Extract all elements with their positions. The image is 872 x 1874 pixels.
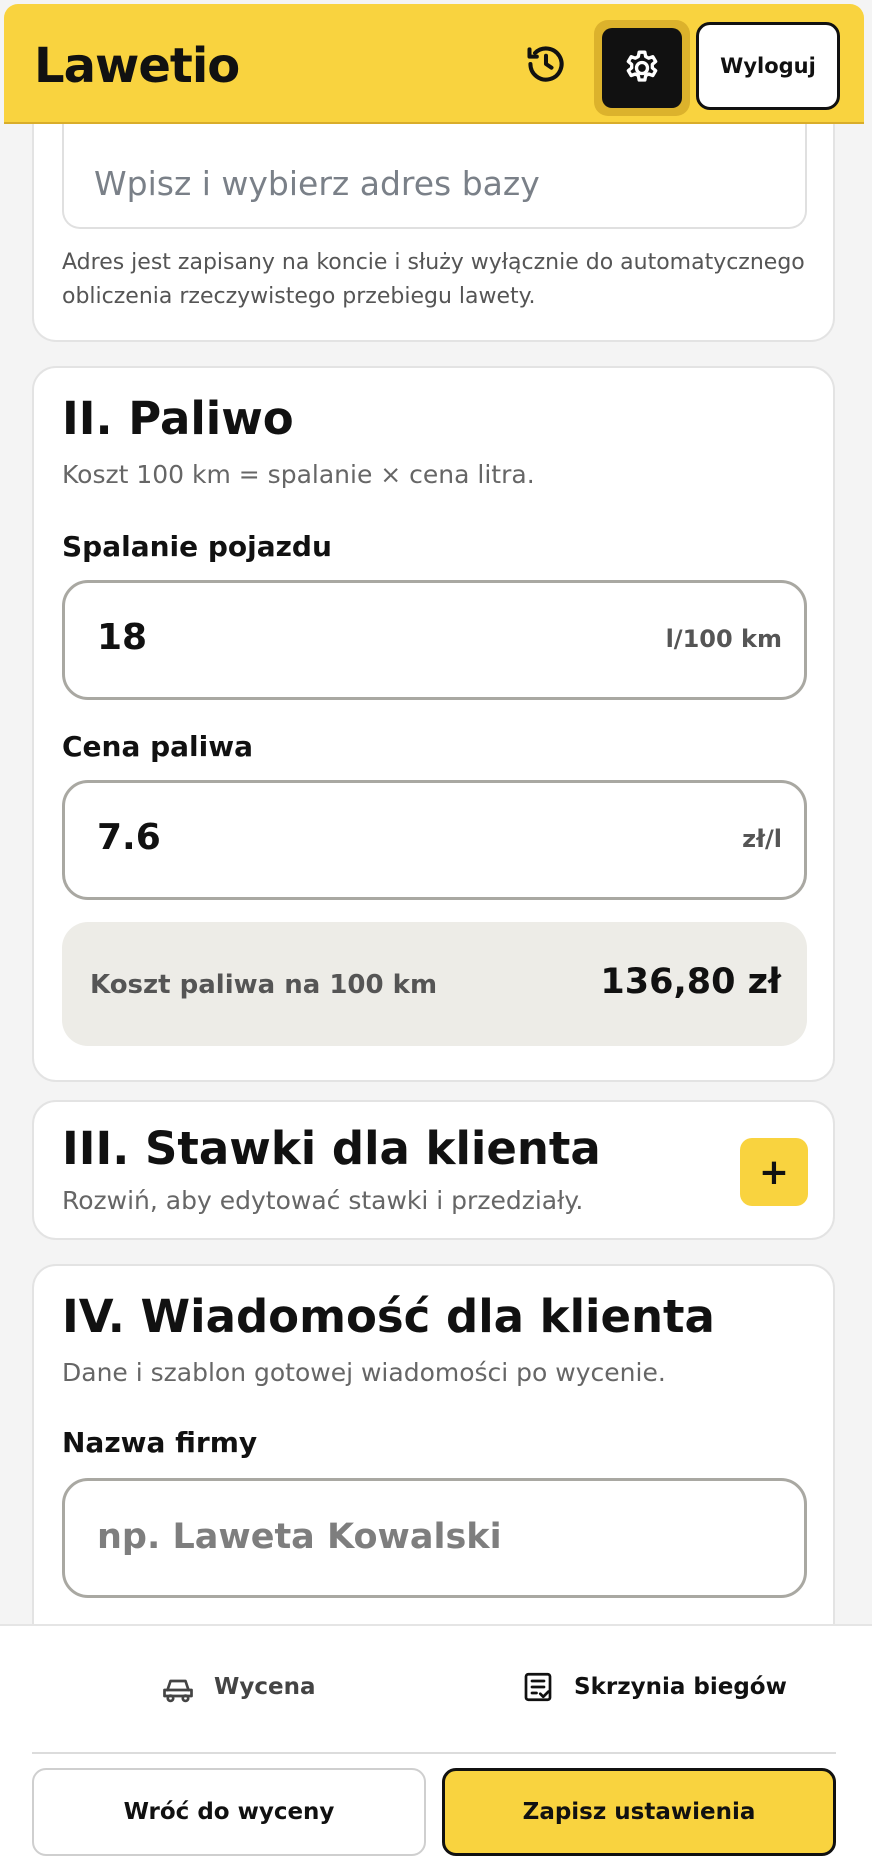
tab-gearbox[interactable]: Skrzynia biegów (520, 1662, 787, 1712)
app-logo: Lawetio (34, 38, 240, 94)
tab-quote-label: Wycena (214, 1674, 316, 1700)
document-list-icon (524, 1672, 552, 1702)
settings-button-inner (602, 28, 682, 108)
back-to-quote-button[interactable]: Wróć do wyceny (32, 1768, 426, 1856)
tab-quote[interactable]: Wycena (160, 1662, 316, 1712)
fuel-price-value: 7.6 (97, 817, 161, 858)
logout-button[interactable]: Wyloguj (696, 22, 840, 110)
fuel-cost-label: Koszt paliwa na 100 km (90, 970, 438, 1000)
consumption-unit: l/100 km (665, 625, 782, 653)
rates-subtitle: Rozwiń, aby edytować stawki i przedziały… (62, 1186, 584, 1215)
base-address-placeholder: Wpisz i wybierz adres bazy (94, 164, 540, 203)
consumption-label: Spalanie pojazdu (62, 530, 332, 563)
consumption-value: 18 (97, 617, 148, 658)
settings-button[interactable] (594, 20, 690, 116)
message-card: IV. Wiadomość dla klienta Dane i szablon… (32, 1264, 835, 1624)
fuel-price-unit: zł/l (742, 825, 782, 853)
expand-rates-button[interactable]: + (740, 1138, 808, 1206)
base-address-card: Wpisz i wybierz adres bazy Adres jest za… (32, 124, 835, 342)
bottom-divider (32, 1752, 836, 1754)
message-subtitle: Dane i szablon gotowej wiadomości po wyc… (62, 1358, 666, 1387)
tow-truck-icon (163, 1679, 193, 1703)
app-header: Lawetio Wyloguj (4, 4, 864, 124)
message-title: IV. Wiadomość dla klienta (62, 1290, 715, 1343)
fuel-card: II. Paliwo Koszt 100 km = spalanie × cen… (32, 366, 835, 1082)
fuel-subtitle: Koszt 100 km = spalanie × cena litra. (62, 460, 535, 489)
company-name-label: Nazwa firmy (62, 1426, 258, 1459)
tab-gearbox-label: Skrzynia biegów (574, 1674, 787, 1700)
base-address-hint: Adres jest zapisany na koncie i służy wy… (62, 250, 805, 309)
save-settings-button[interactable]: Zapisz ustawienia (442, 1768, 836, 1856)
bottom-bar: Wycena Skrzynia biegów Wróć do wyceny Za… (0, 1624, 872, 1874)
settings-content[interactable]: Wpisz i wybierz adres bazy Adres jest za… (0, 124, 872, 1624)
company-name-field[interactable]: np. Laweta Kowalski (62, 1478, 807, 1598)
history-button[interactable] (516, 34, 576, 94)
base-address-input[interactable]: Wpisz i wybierz adres bazy (62, 124, 807, 229)
fuel-cost-value: 136,80 zł (600, 962, 781, 1002)
history-icon (527, 46, 564, 82)
fuel-cost-summary: Koszt paliwa na 100 km 136,80 zł (62, 922, 807, 1046)
fuel-price-label: Cena paliwa (62, 730, 254, 763)
consumption-field[interactable]: 18 l/100 km (62, 580, 807, 700)
company-name-placeholder: np. Laweta Kowalski (97, 1517, 502, 1557)
fuel-title: II. Paliwo (62, 392, 294, 445)
rates-title: III. Stawki dla klienta (62, 1122, 601, 1175)
fuel-price-field[interactable]: 7.6 zł/l (62, 780, 807, 900)
rates-card[interactable]: III. Stawki dla klienta Rozwiń, aby edyt… (32, 1100, 835, 1240)
gear-icon (626, 50, 658, 82)
